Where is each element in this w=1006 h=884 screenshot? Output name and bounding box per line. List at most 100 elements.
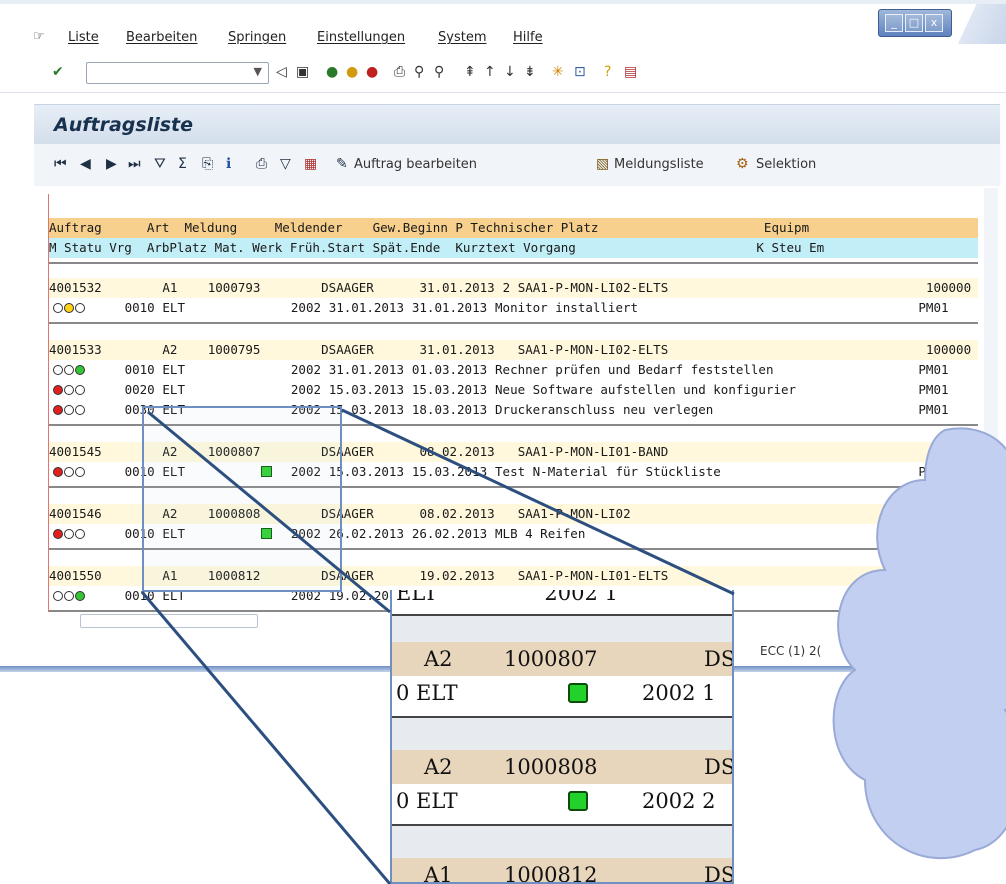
start-date: 19.02.2013 [419, 568, 495, 583]
previous-page-icon[interactable]: ↑ [484, 64, 496, 80]
print-icon[interactable]: ⎙ [394, 64, 405, 80]
command-field[interactable]: ▼ [86, 62, 269, 84]
exit-icon[interactable]: ● [346, 64, 358, 80]
pencil-icon[interactable]: ✎ [336, 156, 348, 172]
minimize-button[interactable]: _ [885, 14, 903, 32]
zoom-partial-text: ELT 2002 1 [396, 590, 618, 605]
enter-icon[interactable]: ✔ [52, 64, 64, 80]
operation-row[interactable]: 0010 ELT 2002 31.01.2013 31.01.2013 Monitor i… [49, 298, 978, 318]
early-start: 31.01.2013 [328, 300, 404, 315]
menu-bearbeiten[interactable]: Bearbeiten [126, 30, 197, 45]
next-page-icon[interactable]: ↓ [504, 64, 516, 80]
zoom-order-row: A2 1000808 DS [392, 750, 734, 784]
operation-row[interactable]: 0020 ELT 2002 15.03.2013 15.03.2013 Neue Soft… [49, 380, 978, 400]
details-icon[interactable]: ℹ [226, 156, 231, 172]
menu-hilfe[interactable]: Hilfe [513, 30, 543, 45]
selection-button[interactable]: Selektion [756, 157, 816, 172]
start-date: 31.01.2013 [419, 342, 495, 357]
plant: 2002 [290, 300, 322, 315]
toolbar-divider [0, 92, 1006, 93]
priority: 2 [502, 280, 511, 295]
back-icon[interactable]: ● [326, 64, 338, 80]
operation-number: 0020 [124, 382, 155, 397]
cloud-decoration [832, 427, 1006, 860]
window-controls: _ □ x [878, 9, 952, 37]
horizontal-scrollbar[interactable] [34, 610, 294, 630]
group-separator [49, 322, 978, 324]
copy-icon[interactable]: ⎘ [202, 156, 213, 172]
back-arrow-icon[interactable]: ◁ [276, 64, 287, 80]
operation-text: Rechner prüfen und Bedarf feststellen [495, 362, 774, 377]
order-row[interactable]: 4001533 A2 1000795 DSAAGER 31.01.2013 SAA1-P-… [49, 340, 978, 360]
shortcut-icon[interactable]: ⊡ [574, 64, 586, 80]
order-number: 4001533 [49, 342, 102, 357]
late-end: 01.03.2013 [411, 362, 488, 377]
system-status[interactable]: ECC (1) 2( [760, 644, 821, 658]
status-light-icon [75, 591, 85, 601]
control-key: PM01 [918, 382, 949, 397]
menu-einstellungen[interactable]: Einstellungen [317, 30, 405, 45]
previous-row-icon[interactable]: ◀ [80, 156, 91, 172]
last-page-icon[interactable]: ⇟ [524, 64, 536, 80]
sum-icon[interactable]: Σ [178, 156, 187, 172]
export-icon[interactable]: ▦ [304, 156, 317, 172]
menu-system[interactable]: System [438, 30, 486, 45]
notification-list-button[interactable]: Meldungsliste [614, 157, 704, 172]
table-header-orders: Auftrag Art Meldung Meldender Gew.Beginn… [49, 218, 978, 238]
late-end: 15.03.2013 [411, 382, 488, 397]
operation-text: Neue Software aufstellen und konfigurier [495, 382, 797, 397]
selection-icon[interactable]: ⚙ [736, 156, 749, 172]
notification-number: 1000793 [207, 280, 261, 295]
first-page-icon[interactable]: ⇞ [464, 64, 476, 80]
zoom-plant-date: 2002 2 [642, 789, 716, 813]
zoom-order-row: A1 1000812 DS [392, 858, 732, 884]
functional-location: SAA1-P-MON-LI02-ELTS [517, 342, 669, 357]
equipment: 100000 [925, 342, 972, 357]
notification-list-icon[interactable]: ▧ [596, 156, 609, 172]
menu-shortcut-icon[interactable]: ☞ [33, 29, 45, 44]
filter-icon[interactable]: ⛛ [154, 156, 166, 172]
status-light-icon [75, 405, 85, 415]
zoom-order-type: A2 [424, 755, 453, 779]
status-light-icon [75, 467, 85, 477]
page-title: Auftragsliste [54, 114, 193, 136]
zoom-reporter: DS [704, 647, 734, 671]
zoom-plant-date: 2002 1 [642, 681, 716, 705]
operation-row[interactable]: 0010 ELT 2002 31.01.2013 01.03.2013 Rechner p… [49, 360, 978, 380]
work-center: ELT [162, 300, 185, 315]
menu-liste[interactable]: Liste [68, 30, 99, 45]
zoom-reporter: DS [704, 755, 734, 779]
menu-springen[interactable]: Springen [228, 30, 286, 45]
edit-order-button[interactable]: Auftrag bearbeiten [354, 157, 477, 172]
order-type: A1 [162, 280, 178, 295]
save-icon[interactable]: ▣ [296, 64, 309, 80]
last-row-icon[interactable]: ⏭ [128, 156, 141, 172]
order-row[interactable]: 4001532 A1 1000793 DSAAGER 31.01.2013 2 SAA1-P… [49, 278, 978, 298]
maximize-button[interactable]: □ [905, 14, 923, 32]
create-session-icon[interactable]: ✳ [552, 64, 564, 80]
zoom-order-type: A2 [424, 647, 453, 671]
start-date: 08.02.2013 [419, 506, 495, 521]
order-number: 4001546 [49, 506, 102, 521]
next-row-icon[interactable]: ▶ [106, 156, 117, 172]
layout-menu-icon[interactable]: ▤ [624, 64, 637, 80]
late-end: 15.03.2013 [411, 464, 488, 479]
close-button[interactable]: x [925, 14, 943, 32]
status-light-icon [53, 591, 63, 601]
late-end: 26.02.2013 [411, 526, 488, 541]
zoom-notification: 1000812 [504, 863, 598, 884]
notification-number: 1000795 [207, 342, 261, 357]
plant: 2002 [290, 382, 322, 397]
help-icon[interactable]: ? [604, 64, 611, 80]
status-light-icon [75, 303, 85, 313]
dropdown-icon[interactable]: ▼ [254, 65, 262, 78]
late-end: 18.03.2013 [411, 402, 488, 417]
find-icon[interactable]: ⚲ [414, 64, 424, 80]
layout-icon[interactable]: ▽ [280, 156, 291, 172]
status-light-icon [53, 385, 63, 395]
find-next-icon[interactable]: ⚲ [434, 64, 444, 80]
zoom-gap-row [392, 826, 732, 860]
print-list-icon[interactable]: ⎙ [256, 156, 267, 172]
cancel-icon[interactable]: ● [366, 64, 378, 80]
first-row-icon[interactable]: ⏮ [54, 156, 67, 172]
